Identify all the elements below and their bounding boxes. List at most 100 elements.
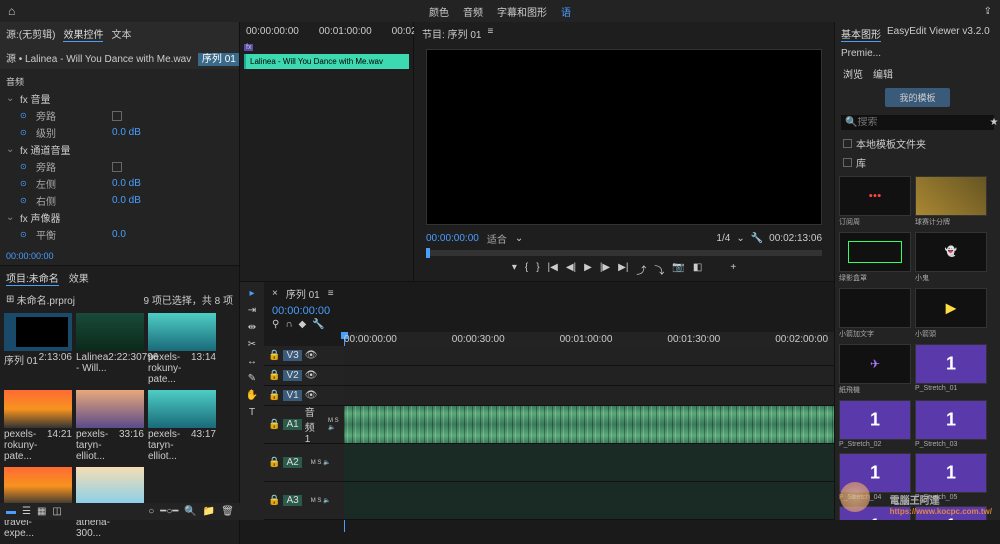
marker-icon[interactable]: ◆ [299, 319, 307, 330]
track-select-tool-icon[interactable]: ⇥ [248, 305, 256, 316]
template-search[interactable]: 🔍 ★ [841, 115, 994, 130]
video-track[interactable] [344, 346, 834, 366]
new-item-icon[interactable]: ▬ [6, 506, 16, 517]
template-item[interactable]: 订阅周 [839, 176, 911, 228]
template-item[interactable]: 绿影盒罩 [839, 232, 911, 284]
project-bin-item[interactable]: pexels-taryn-elliot...43:17 [148, 390, 216, 463]
template-item[interactable]: 小箭頭 [915, 288, 987, 340]
audio-track[interactable] [344, 444, 834, 482]
hand-tool-icon[interactable]: ✋ [246, 390, 258, 401]
project-bin-item[interactable]: 序列 012:13:06 [4, 313, 72, 386]
home-icon[interactable]: ⌂ [8, 4, 15, 18]
program-viewport[interactable] [426, 49, 822, 225]
new-bin-icon[interactable]: 📁 [203, 506, 215, 517]
template-item[interactable]: P_Stretch_02 [839, 400, 911, 449]
lift-icon[interactable]: ⤴ [636, 262, 646, 277]
search-icon[interactable]: 🔍 [184, 506, 196, 517]
subtab-edit[interactable]: 编辑 [873, 66, 893, 81]
my-templates-button[interactable]: 我的模板 [885, 88, 949, 107]
settings-icon[interactable]: 🔧 [751, 233, 763, 244]
tab-color[interactable]: 颜色 [429, 4, 449, 19]
program-timecode[interactable]: 00:00:00:00 [426, 233, 479, 244]
tab-project[interactable]: 项目:未命名 [6, 270, 59, 286]
tab-premiere[interactable]: Premie... [841, 48, 881, 59]
effects-timecode[interactable]: 00:00:00:00 [0, 247, 239, 265]
freeform-icon[interactable]: ◫ [52, 506, 61, 517]
time-ruler[interactable]: 00:00:00:0000:00:30:0000:01:00:0000:01:3… [344, 332, 834, 346]
list-view-icon[interactable]: ☰ [22, 506, 31, 517]
mark-out-icon[interactable]: } [536, 262, 539, 277]
audio-clip[interactable] [344, 406, 834, 443]
panel-menu-icon[interactable]: ≡ [487, 26, 493, 41]
tab-effect-controls[interactable]: 效果控件 [63, 26, 103, 42]
play-icon[interactable]: ▶ [584, 262, 592, 277]
resolution[interactable]: 1/4 [716, 233, 730, 244]
subtab-browse[interactable]: 浏览 [843, 66, 863, 81]
video-track[interactable] [344, 386, 834, 406]
template-item[interactable]: P_Stretch_01 [915, 344, 987, 396]
link-icon[interactable]: ∩ [285, 319, 292, 330]
selection-tool-icon[interactable]: ▸ [249, 288, 254, 299]
snap-icon[interactable]: ⚲ [272, 319, 279, 330]
extract-icon[interactable]: ⤵ [654, 262, 664, 277]
template-item[interactable]: P_Stretch_05 [915, 453, 987, 502]
audio-track[interactable] [344, 406, 834, 444]
mark-in-icon[interactable]: { [525, 262, 528, 277]
project-bin-item[interactable]: pexels-rokuny-pate...13:14 [148, 313, 216, 386]
tab-text[interactable]: 文本 [111, 26, 131, 42]
tab-graphics[interactable]: 字幕和图形 [497, 4, 547, 19]
audio-track-header[interactable]: 🔒A1音频 1M S 🔈 [264, 406, 344, 444]
audio-track-header[interactable]: 🔒A2M S 🔈 [264, 444, 344, 482]
compare-icon[interactable]: ◧ [693, 262, 702, 277]
step-back-icon[interactable]: ◀| [566, 262, 576, 277]
slider-icon[interactable]: ━○━ [160, 506, 178, 517]
sequence-name[interactable]: 序列 01 [286, 286, 320, 301]
template-item[interactable]: 紙飛機 [839, 344, 911, 396]
tab-source[interactable]: 源:(无剪辑) [6, 26, 55, 42]
type-tool-icon[interactable]: T [249, 407, 255, 418]
project-bin-item[interactable]: Lalinea - Will...2:22:30796 [76, 313, 144, 386]
search-input[interactable] [857, 117, 989, 128]
template-item[interactable] [915, 506, 987, 520]
program-scrubber[interactable] [426, 250, 822, 256]
template-item[interactable]: 小箭加文字 [839, 288, 911, 340]
tab-effects[interactable]: 效果 [69, 270, 89, 286]
icon-view-icon[interactable]: ▦ [37, 506, 46, 517]
tab-audio[interactable]: 音频 [463, 4, 483, 19]
add-marker-icon[interactable]: ▾ [512, 262, 517, 277]
plus-icon[interactable]: + [730, 262, 736, 277]
audio-track-header[interactable]: 🔒A3M S 🔈 [264, 482, 344, 520]
ripple-tool-icon[interactable]: ⇹ [248, 322, 256, 333]
razor-tool-icon[interactable]: ✂ [248, 339, 256, 350]
trash-icon[interactable]: 🗑 [221, 506, 234, 517]
share-icon[interactable]: ⇪ [984, 6, 992, 17]
timeline-timecode[interactable]: 00:00:00:00 [264, 305, 834, 317]
go-in-icon[interactable]: |◀ [548, 262, 558, 277]
libraries-checkbox[interactable] [843, 158, 852, 167]
go-out-icon[interactable]: ▶| [618, 262, 628, 277]
project-bin-item[interactable]: pexels-rokuny-pate...14:21 [4, 390, 72, 463]
tab-easyedit[interactable]: EasyEdit Viewer v3.2.0 [887, 26, 990, 42]
step-fwd-icon[interactable]: |▶ [600, 262, 610, 277]
wrench-icon[interactable]: 🔧 [312, 319, 324, 330]
favorite-icon[interactable]: ★ [989, 117, 998, 128]
project-bin-item[interactable]: pexels-taryn-elliot...33:16 [76, 390, 144, 463]
template-item[interactable]: 小鬼 [915, 232, 987, 284]
video-track-header[interactable]: 🔒V2👁 [264, 366, 344, 386]
template-item[interactable]: 球赛计分牌 [915, 176, 987, 228]
video-track[interactable] [344, 366, 834, 386]
zoom-fit[interactable]: 适合 [487, 231, 507, 246]
audio-track[interactable] [344, 482, 834, 520]
program-title: 节目: 序列 01 [422, 26, 481, 41]
tab-essential-graphics[interactable]: 基本图形 [841, 26, 881, 42]
local-templates-checkbox[interactable] [843, 139, 852, 148]
video-track-header[interactable]: 🔒V1👁 [264, 386, 344, 406]
source-clip[interactable]: Lalinea - Will You Dance with Me.wav [244, 54, 409, 69]
slip-tool-icon[interactable]: ↔ [247, 356, 257, 367]
tab-lang[interactable]: 语 [561, 4, 571, 19]
video-track-header[interactable]: 🔒V3👁 [264, 346, 344, 366]
pen-tool-icon[interactable]: ✎ [248, 373, 256, 384]
template-item[interactable]: P_Stretch_03 [915, 400, 987, 449]
bin-icon[interactable]: ⊞ [6, 294, 14, 305]
export-frame-icon[interactable]: 📷 [672, 262, 684, 277]
